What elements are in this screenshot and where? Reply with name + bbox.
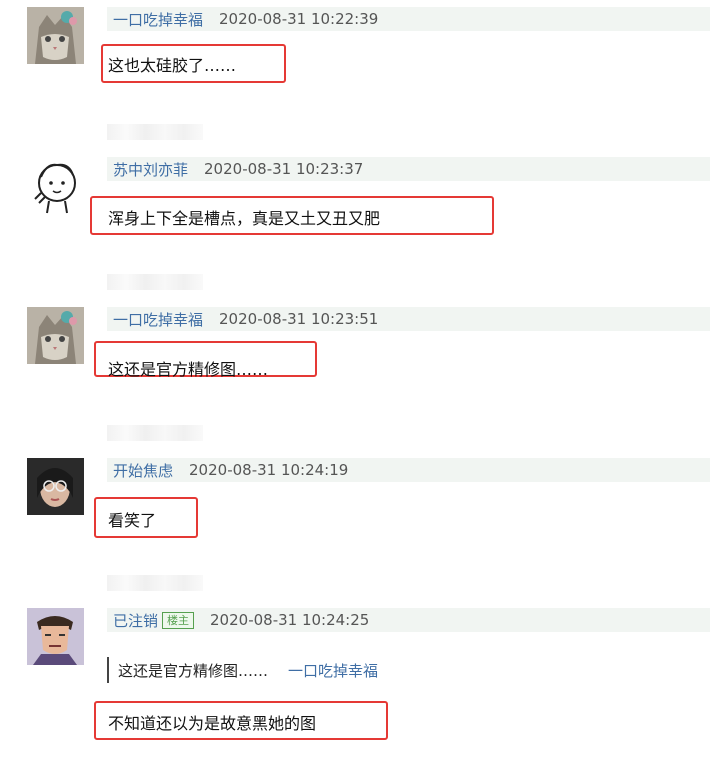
comment-timestamp: 2020-08-31 10:22:39 [219, 10, 379, 28]
cat-avatar-icon [27, 7, 84, 64]
comment-username[interactable]: 一口吃掉幸福 [113, 309, 203, 330]
blurred-action-bar [107, 575, 203, 591]
avatar-cartoon-man[interactable] [27, 608, 84, 665]
comment-username[interactable]: 一口吃掉幸福 [113, 9, 203, 30]
cartoon-man-avatar-icon [27, 608, 84, 665]
portrait-avatar-icon [27, 458, 84, 515]
blurred-action-bar [107, 124, 203, 140]
comment-username[interactable]: 苏中刘亦菲 [113, 159, 188, 180]
comment-timestamp: 2020-08-31 10:23:37 [204, 160, 364, 178]
quoted-reply: 这还是官方精修图…… 一口吃掉幸福 [107, 657, 378, 683]
comment-timestamp: 2020-08-31 10:24:25 [210, 611, 370, 629]
comment-text: 这也太硅胶了…… [108, 56, 237, 75]
comment-text: 看笑了 [108, 511, 157, 530]
avatar-doodle[interactable] [27, 157, 84, 214]
cat-avatar-icon [27, 307, 84, 364]
comment-username[interactable]: 已注销 [113, 610, 158, 631]
blurred-action-bar [107, 425, 203, 441]
comment-text: 浑身上下全是槽点，真是又土又丑又肥 [108, 209, 381, 228]
quoted-username[interactable]: 一口吃掉幸福 [288, 660, 378, 681]
avatar-girl[interactable] [27, 458, 84, 515]
quoted-text: 这还是官方精修图…… [118, 661, 269, 680]
comment-timestamp: 2020-08-31 10:24:19 [189, 461, 349, 479]
avatar-cat[interactable] [27, 307, 84, 364]
doodle-face-avatar-icon [27, 157, 84, 214]
op-badge: 楼主 [162, 611, 195, 629]
blurred-action-bar [107, 274, 203, 290]
comment-timestamp: 2020-08-31 10:23:51 [219, 310, 379, 328]
avatar-cat[interactable] [27, 7, 84, 64]
comment-username[interactable]: 开始焦虑 [113, 460, 173, 481]
comment-text: 不知道还以为是故意黑她的图 [108, 714, 317, 733]
comment-text: 这还是官方精修图…… [108, 360, 269, 379]
